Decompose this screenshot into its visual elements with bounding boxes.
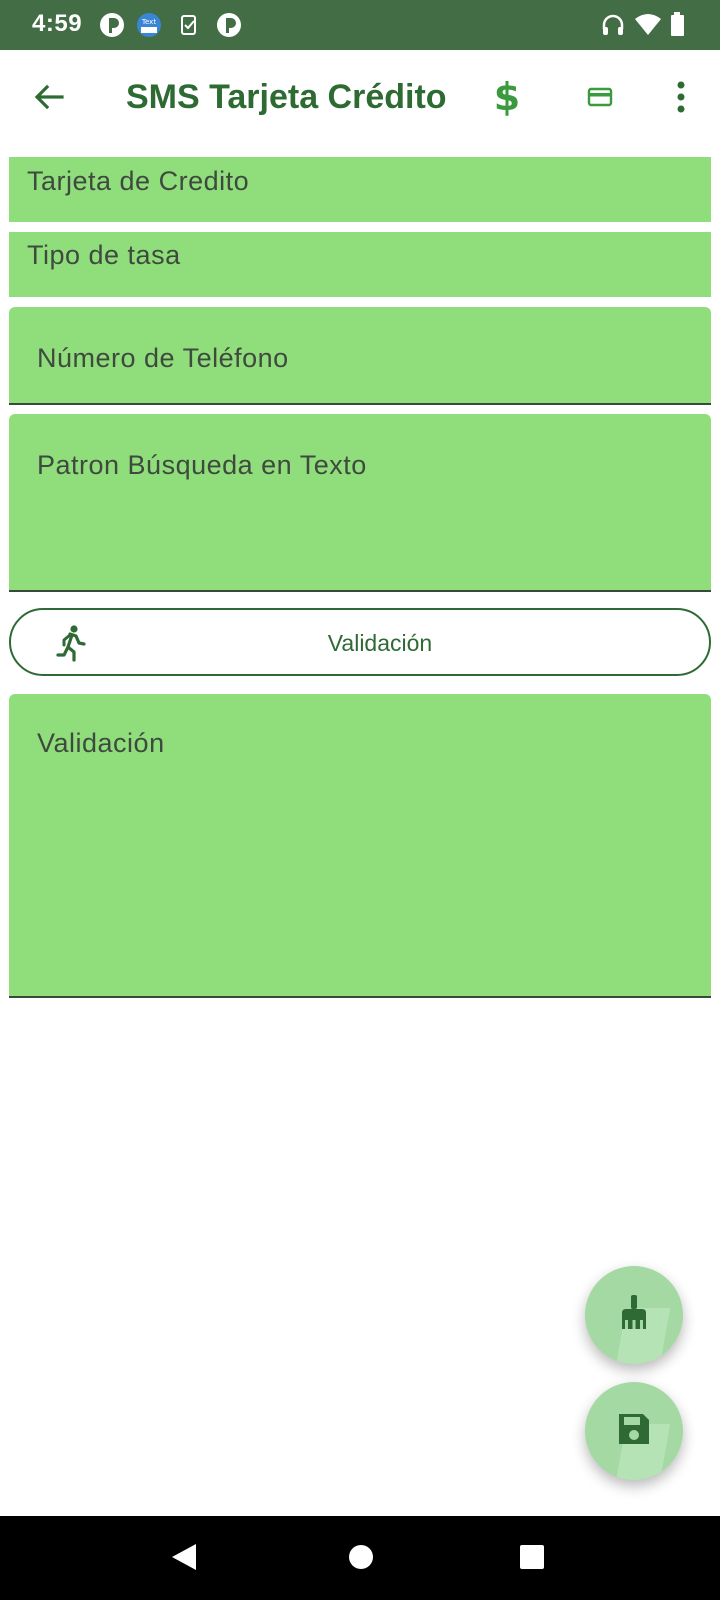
arrow-back-icon — [32, 80, 66, 119]
text-app-icon: Text — [136, 12, 162, 38]
broom-icon — [616, 1293, 652, 1338]
save-icon — [616, 1411, 652, 1452]
card-select[interactable]: Tarjeta de Credito — [9, 157, 711, 222]
clean-button[interactable] — [585, 1266, 683, 1364]
pinterest-like-icon — [216, 12, 242, 38]
validate-button-label: Validación — [327, 630, 433, 656]
card-select-label: Tarjeta de Credito — [27, 166, 250, 196]
svg-text:$: $ — [494, 77, 520, 117]
validation-field[interactable]: Validación — [9, 694, 711, 998]
save-button[interactable] — [585, 1382, 683, 1480]
svg-text:Text: Text — [141, 18, 156, 26]
clipboard-check-icon — [176, 12, 202, 38]
status-time: 4:59 — [32, 10, 83, 37]
pinterest-like-icon — [99, 12, 125, 38]
search-pattern-label: Patron Búsqueda en Texto — [37, 450, 367, 480]
more-options-button[interactable] — [656, 74, 706, 124]
headphones-icon — [600, 12, 626, 38]
validation-field-label: Validación — [37, 728, 165, 758]
validate-button[interactable]: Validación — [9, 608, 711, 676]
battery-icon — [670, 12, 696, 38]
currency-button[interactable]: $ — [482, 74, 532, 124]
page-title: SMS Tarjeta Crédito — [126, 78, 447, 116]
rate-type-label: Tipo de tasa — [27, 240, 181, 270]
nav-back-icon[interactable] — [170, 1542, 198, 1577]
status-bar: 4:59 Text — [0, 0, 720, 50]
app-bar: SMS Tarjeta Crédito $ — [0, 50, 720, 148]
dollar-icon: $ — [492, 75, 522, 122]
more-vert-icon — [676, 81, 686, 118]
wifi-icon — [634, 12, 661, 38]
nav-home-icon[interactable] — [348, 1544, 374, 1575]
credit-card-button[interactable] — [575, 74, 625, 124]
back-button[interactable] — [24, 74, 74, 124]
system-nav-bar — [0, 1516, 720, 1600]
nav-recents-icon[interactable] — [519, 1544, 545, 1575]
phone-field[interactable]: Número de Teléfono — [9, 307, 711, 405]
credit-card-icon — [587, 86, 613, 113]
phone-field-label: Número de Teléfono — [37, 343, 289, 373]
search-pattern-field[interactable]: Patron Búsqueda en Texto — [9, 414, 711, 592]
rate-type-select[interactable]: Tipo de tasa — [9, 232, 711, 297]
